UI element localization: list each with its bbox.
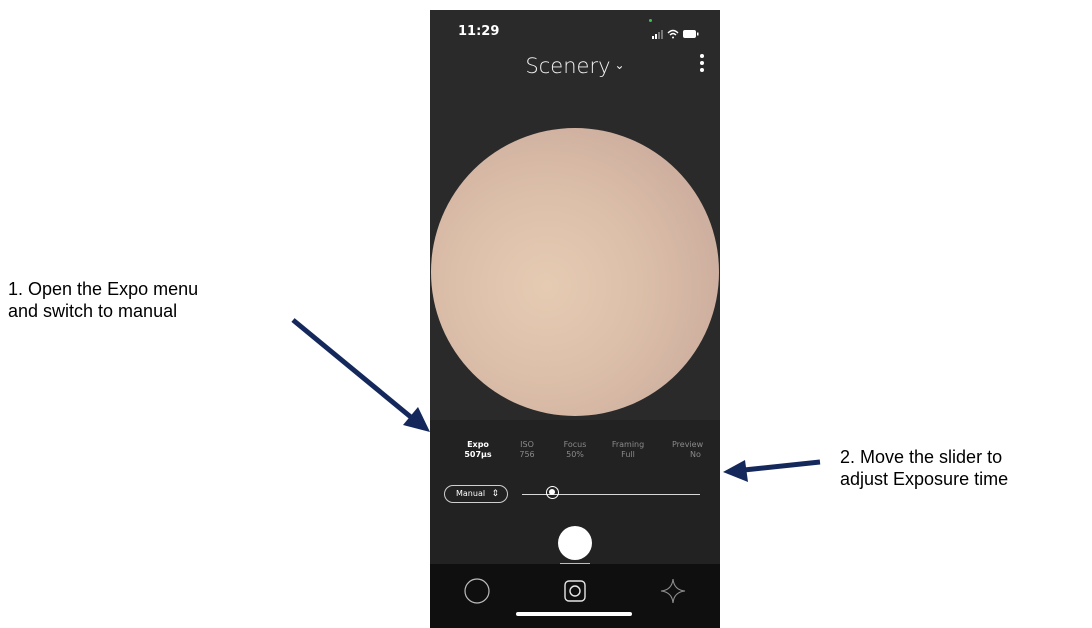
annotation-arrows [291, 318, 821, 482]
arrow-step-1 [291, 318, 430, 432]
arrow-step-2 [723, 459, 821, 482]
